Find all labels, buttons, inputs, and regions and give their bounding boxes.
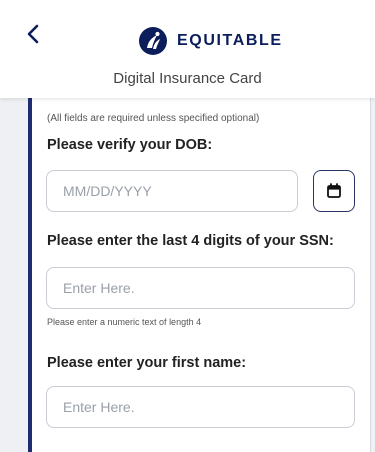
ssn-label: Please enter the last 4 digits of your S… (47, 233, 334, 249)
app-header: EQUITABLE Digital Insurance Card (0, 0, 375, 98)
ssn-helper-text: Please enter a numeric text of length 4 (47, 317, 202, 327)
first-name-input[interactable] (46, 386, 355, 428)
first-name-label: Please enter your first name: (47, 355, 247, 371)
back-button[interactable] (22, 22, 46, 46)
required-fields-note: (All fields are required unless specifie… (47, 113, 260, 124)
chevron-left-icon (27, 24, 39, 44)
equitable-logo-icon (139, 27, 167, 55)
brand: EQUITABLE (138, 26, 283, 56)
calendar-icon (327, 183, 341, 198)
calendar-button[interactable] (313, 170, 355, 212)
dob-input[interactable] (46, 170, 298, 212)
brand-name: EQUITABLE (177, 32, 283, 49)
ssn-input[interactable] (46, 267, 355, 309)
dob-label: Please verify your DOB: (47, 137, 213, 153)
page-subtitle: Digital Insurance Card (113, 70, 262, 87)
